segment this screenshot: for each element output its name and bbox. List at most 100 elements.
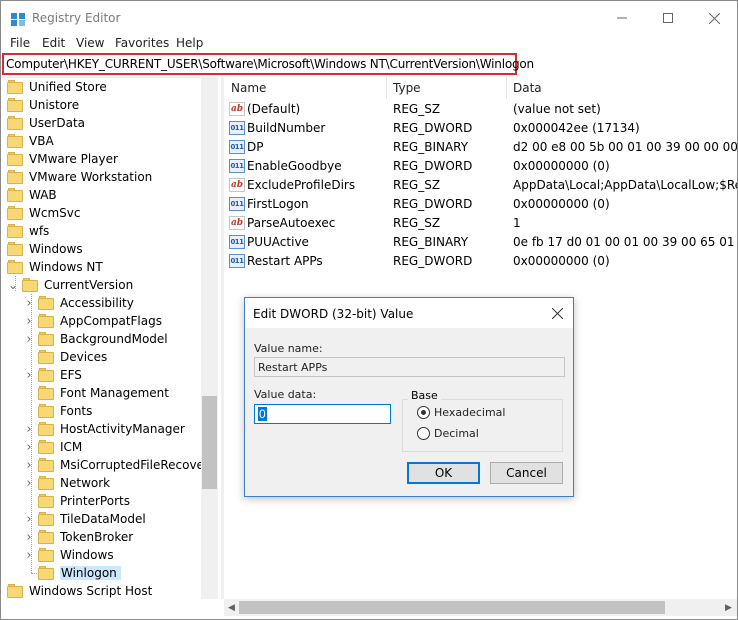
menu-help[interactable]: Help <box>176 36 203 50</box>
tree-item-label: TokenBroker <box>60 530 134 544</box>
menu-edit[interactable]: Edit <box>42 36 65 50</box>
tree-item[interactable]: › Accessibility <box>26 294 133 312</box>
column-header-name[interactable]: Name <box>231 81 266 95</box>
values-scrollbar-thumb[interactable] <box>239 601 665 614</box>
decimal-radio[interactable] <box>417 427 430 440</box>
scroll-right-icon[interactable]: ▶ <box>725 603 732 613</box>
hexadecimal-radio[interactable] <box>417 406 430 419</box>
value-data-input[interactable]: 0 <box>254 404 391 424</box>
minimize-button[interactable] <box>599 1 645 35</box>
chevron-right-icon[interactable]: › <box>24 368 34 383</box>
tree-item[interactable]: wfs <box>7 222 49 240</box>
chevron-right-icon[interactable]: › <box>24 530 34 545</box>
tree-item[interactable]: › BackgroundModel <box>26 330 167 348</box>
value-row[interactable]: 011 PUUActive REG_BINARY 0e fb 17 d0 01 00 … <box>224 233 737 252</box>
registry-editor-window: Registry Editor File Edit View Favorites… <box>0 0 738 620</box>
binary-value-icon: 011 <box>229 235 245 249</box>
value-row[interactable]: 011 FirstLogon REG_DWORD 0x00000000 (0) <box>224 195 737 214</box>
dialog-title-bar: Edit DWORD (32-bit) Value <box>245 298 573 328</box>
hexadecimal-label[interactable]: Hexadecimal <box>434 406 505 419</box>
value-row[interactable]: 011 DP REG_BINARY d2 00 e8 00 5b 00 01 00 3… <box>224 138 737 157</box>
value-row[interactable]: ab ExcludeProfileDirs REG_SZ AppData\Local;… <box>224 176 737 195</box>
tree-item[interactable]: Windows <box>7 240 83 258</box>
tree-item[interactable]: › Network <box>26 474 110 492</box>
value-data: (value not set) <box>513 102 601 116</box>
tree-item[interactable]: Unified Store <box>7 78 107 96</box>
tree-item[interactable]: › ICM <box>26 438 82 456</box>
tree-item-label: Windows NT <box>29 260 103 274</box>
value-row[interactable]: 011 EnableGoodbye REG_DWORD 0x00000000 (0) <box>224 157 737 176</box>
value-row[interactable]: 011 Restart APPs REG_DWORD 0x00000000 (0) <box>224 252 737 271</box>
value-data: 0x000042ee (17134) <box>513 121 640 135</box>
chevron-right-icon[interactable]: › <box>24 512 34 527</box>
value-type: REG_DWORD <box>393 121 473 135</box>
value-type: REG_SZ <box>393 102 441 116</box>
column-separator[interactable] <box>506 77 507 99</box>
chevron-right-icon[interactable]: › <box>24 458 34 473</box>
folder-icon <box>38 332 54 346</box>
tree-item[interactable]: Windows NT <box>7 258 103 276</box>
chevron-down-icon[interactable]: ⌄ <box>8 278 18 292</box>
tree-item[interactable]: VMware Workstation <box>7 168 152 186</box>
tree-item[interactable]: VMware Player <box>7 150 118 168</box>
tree-item[interactable]: › MsiCorruptedFileRecovery <box>26 456 216 474</box>
chevron-right-icon[interactable]: › <box>24 332 34 347</box>
base-label: Base <box>408 389 441 402</box>
tree-item-label: VBA <box>29 134 54 148</box>
tree-item-label: TileDataModel <box>60 512 146 526</box>
decimal-label[interactable]: Decimal <box>434 427 479 440</box>
tree-item[interactable]: Font Management <box>38 384 169 402</box>
tree-item-label: Font Management <box>60 386 169 400</box>
tree-item[interactable]: VBA <box>7 132 54 150</box>
value-row[interactable]: ab (Default) REG_SZ (value not set) <box>224 100 737 119</box>
tree-item[interactable]: Devices <box>38 348 107 366</box>
tree-item-label: WAB <box>29 188 57 202</box>
value-row[interactable]: ab ParseAutoexec REG_SZ 1 <box>224 214 737 233</box>
menu-favorites[interactable]: Favorites <box>115 36 169 50</box>
chevron-right-icon[interactable]: › <box>24 440 34 455</box>
tree-item[interactable]: UserData <box>7 114 85 132</box>
chevron-right-icon[interactable]: › <box>24 296 34 311</box>
tree-item[interactable]: › Windows <box>26 546 113 564</box>
dialog-close-button[interactable] <box>545 303 569 323</box>
value-data-label: Value data: <box>254 388 317 401</box>
close-icon <box>551 307 563 319</box>
menu-file[interactable]: File <box>10 36 30 50</box>
tree-item[interactable]: › EFS <box>26 366 82 384</box>
tree-item[interactable]: › TileDataModel <box>26 510 146 528</box>
tree-item[interactable]: › HostActivityManager <box>26 420 184 438</box>
column-separator[interactable] <box>386 77 387 99</box>
tree-item[interactable]: WAB <box>7 186 57 204</box>
chevron-right-icon[interactable]: › <box>24 422 34 437</box>
maximize-button[interactable] <box>645 1 691 35</box>
tree-item[interactable]: Windows Script Host <box>7 582 152 599</box>
scroll-left-icon[interactable]: ◀ <box>228 603 235 613</box>
tree-item[interactable]: PrinterPorts <box>38 492 130 510</box>
address-bar[interactable]: Computer\HKEY_CURRENT_USER\Software\Micr… <box>2 53 534 75</box>
column-header-data[interactable]: Data <box>513 81 542 95</box>
cancel-button[interactable]: Cancel <box>490 462 563 484</box>
value-row[interactable]: 011 BuildNumber REG_DWORD 0x000042ee (17134… <box>224 119 737 138</box>
chevron-right-icon[interactable]: › <box>24 314 34 329</box>
chevron-right-icon[interactable]: › <box>24 476 34 491</box>
tree-scrollbar-thumb[interactable] <box>202 396 217 489</box>
chevron-right-icon[interactable]: › <box>24 548 34 563</box>
value-data: d2 00 e8 00 5b 00 01 00 39 00 00 00 0e f… <box>513 140 737 154</box>
value-name-field: Restart APPs <box>254 357 565 377</box>
tree-item[interactable]: ⌄ CurrentVersion <box>8 276 133 294</box>
tree-item[interactable]: WcmSvc <box>7 204 80 222</box>
ok-button[interactable]: OK <box>407 462 480 484</box>
registry-tree[interactable]: Unified Store Unistore UserData VBA VMware P… <box>1 77 218 599</box>
tree-item[interactable]: › AppCompatFlags <box>26 312 162 330</box>
column-header-type[interactable]: Type <box>393 81 421 95</box>
folder-icon <box>38 458 54 472</box>
value-name-label: Value name: <box>254 342 323 355</box>
tree-item[interactable]: Unistore <box>7 96 79 114</box>
tree-item[interactable]: Winlogon <box>38 564 121 582</box>
tree-scrollbar[interactable] <box>201 77 218 599</box>
menu-view[interactable]: View <box>76 36 104 50</box>
tree-item[interactable]: › TokenBroker <box>26 528 134 546</box>
tree-item[interactable]: Fonts <box>38 402 92 420</box>
close-button[interactable] <box>691 1 737 35</box>
close-icon <box>708 12 720 24</box>
